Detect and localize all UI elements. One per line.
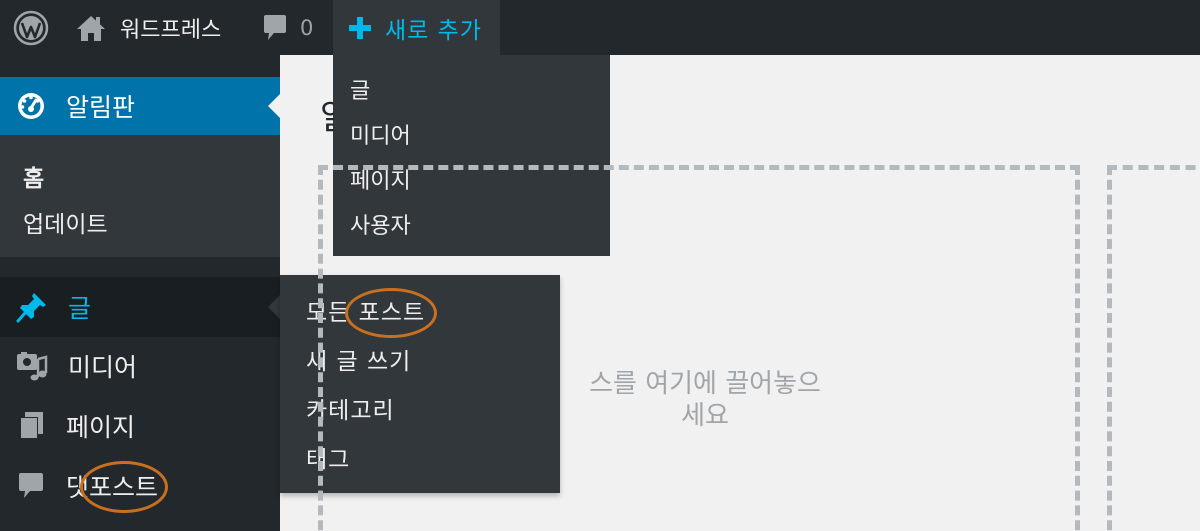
sidebar-item-media[interactable]: 미디어 (0, 337, 280, 395)
wp-logo-button[interactable] (0, 0, 62, 55)
site-name-link[interactable]: 워드프레스 (62, 0, 221, 55)
home-icon (76, 14, 106, 42)
submenu-item-home[interactable]: 홈 (23, 159, 44, 193)
new-content-button[interactable]: 새로 추가 (333, 0, 500, 55)
comments-count: 0 (300, 15, 314, 40)
site-name-label: 워드프레스 (120, 17, 222, 43)
plus-icon (349, 16, 371, 39)
sidebar-item-dashboard-label: 알림판 (66, 93, 136, 122)
sidebar-item-media-label: 미디어 (68, 353, 138, 382)
new-content-label: 새로 추가 (385, 17, 482, 44)
dashboard-gauge-icon (16, 91, 46, 121)
comments-link[interactable]: 0 (250, 0, 313, 55)
sidebar-item-posts[interactable]: 글 (0, 277, 280, 337)
page-title: 알 (320, 90, 334, 138)
dashboard-submenu: 홈 업데이트 (0, 135, 280, 257)
admin-bar: 워드프레스 0 새로 추가 (0, 0, 1200, 55)
pages-icon (16, 411, 46, 441)
sidebar-item-posts-label: 글 (68, 294, 92, 323)
dropzone-hint-text: 스를 여기에 끌어놓으 세요 (589, 369, 821, 431)
comment-bubble-icon (16, 471, 46, 501)
sidebar-item-pages-label: 페이지 (66, 413, 136, 442)
speech-bubble-icon (262, 14, 288, 42)
pushpin-icon (16, 291, 48, 323)
sidebar-item-dashboard[interactable]: 알림판 (0, 77, 280, 135)
admin-sidebar: 알림판 홈 업데이트 글 미디어 페이지 댓포스트 (0, 55, 280, 531)
media-icon (16, 351, 48, 381)
new-media-item[interactable]: 미디어 (333, 114, 610, 159)
sidebar-item-pages[interactable]: 페이지 (0, 397, 280, 455)
widget-dropzone-secondary[interactable] (1107, 165, 1200, 531)
submenu-item-updates[interactable]: 업데이트 (23, 205, 108, 239)
wordpress-logo-icon (13, 10, 49, 46)
new-post-item[interactable]: 글 (333, 69, 610, 114)
annotation-circle (80, 461, 168, 513)
widget-dropzone[interactable] (318, 165, 1080, 531)
annotation-circle (345, 288, 437, 338)
